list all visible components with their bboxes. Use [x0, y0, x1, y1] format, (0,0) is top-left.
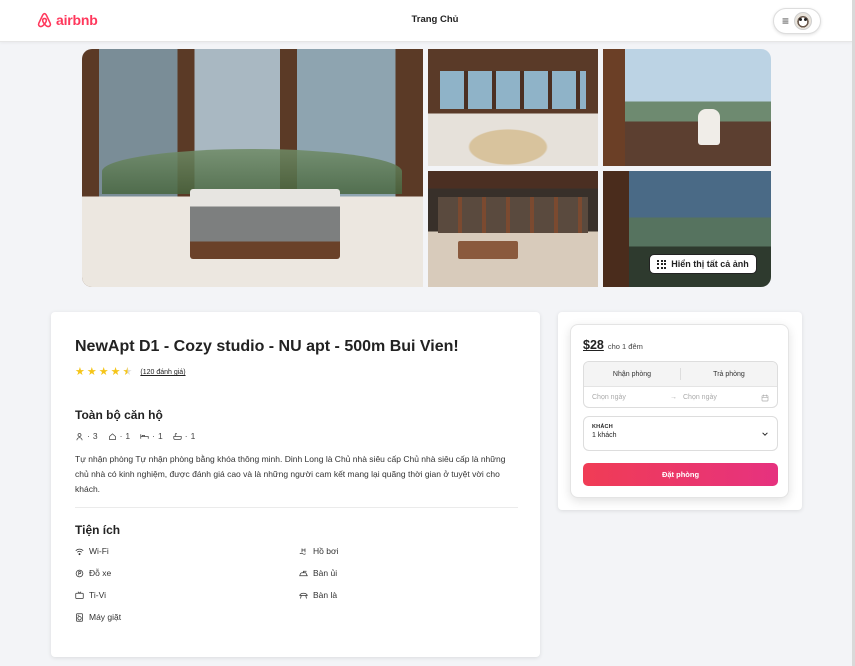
rating: ★ ★ ★ ★ ★ (120 đánh giá) [75, 367, 186, 378]
spec-beds: · 1 [140, 431, 163, 441]
iron-icon [299, 570, 308, 576]
spec-baths: · 1 [173, 431, 195, 441]
gallery-photo-bottom-left[interactable] [428, 171, 598, 287]
checkin-date-input[interactable]: Chọn ngày [592, 394, 664, 401]
guests-value: 1 khách [592, 432, 617, 439]
pool-icon [299, 548, 306, 555]
gallery-photo-main[interactable] [82, 49, 423, 287]
divider [75, 507, 518, 508]
avatar [794, 12, 813, 30]
show-all-photos-button[interactable]: Hiển thị tất cả ảnh [649, 254, 757, 274]
spec-bedrooms: · 1 [108, 431, 130, 441]
star-icon: ★ [98, 366, 109, 378]
checkout-tab[interactable]: Trả phòng [681, 362, 777, 386]
guests-label: KHÁCH [592, 424, 613, 430]
chevron-down-icon [762, 432, 768, 436]
top-navbar: airbnb Trang Chủ ≡ [0, 0, 852, 42]
amenities-heading: Tiện ích [75, 523, 121, 537]
reviews-link[interactable]: (120 đánh giá) [140, 369, 185, 376]
hamburger-menu-icon: ≡ [782, 14, 790, 28]
amenity-pool: Hồ bơi [299, 546, 338, 556]
listing-type-heading: Toàn bộ căn hộ [75, 408, 163, 422]
amenity-wifi: Wi-Fi [75, 546, 109, 556]
booking-card: $28 cho 1 đêm Nhận phòng Trả phòng Chọn … [570, 324, 789, 498]
price-unit: cho 1 đêm [607, 342, 643, 351]
tv-icon [75, 590, 84, 599]
half-star-icon: ★ [122, 366, 133, 378]
iron-board-icon [299, 592, 308, 599]
listing-specs: · 3 · 1 · 1 · 1 [75, 431, 195, 441]
amenity-tv: Ti-Vi [75, 590, 106, 600]
spec-guests: · 3 [75, 431, 98, 441]
bed-icon [140, 433, 149, 439]
washer-icon [76, 612, 83, 622]
star-icon: ★ [75, 366, 85, 378]
star-icon: ★ [110, 366, 121, 378]
date-picker[interactable]: Nhận phòng Trả phòng Chọn ngày → Chọn ng… [583, 361, 778, 408]
guests-icon [76, 432, 83, 440]
listing-description: Tự nhận phòng Tự nhận phòng bằng khóa th… [75, 454, 506, 494]
show-all-photos-label: Hiển thị tất cả ảnh [671, 259, 749, 269]
parking-icon [75, 569, 84, 577]
amenity-parking: Đỗ xe [75, 568, 111, 578]
price: $28 cho 1 đêm [583, 338, 643, 352]
star-icon: ★ [86, 366, 97, 378]
checkin-tab[interactable]: Nhận phòng [584, 362, 680, 386]
bedroom-icon [108, 432, 116, 440]
checkout-date-input[interactable]: Chọn ngày [683, 394, 755, 401]
user-menu-button[interactable]: ≡ [773, 8, 821, 34]
grid-icon [657, 259, 667, 269]
listing-info-card: NewApt D1 - Cozy studio - NU apt - 500m … [51, 312, 540, 657]
bath-icon [173, 432, 182, 440]
amenity-iron: Bàn ủi [299, 568, 337, 578]
photo-gallery [82, 49, 771, 287]
listing-title: NewApt D1 - Cozy studio - NU apt - 500m … [75, 338, 459, 355]
arrow-right-icon: → [670, 394, 677, 401]
amenity-washer: Máy giặt [75, 612, 121, 622]
wifi-icon [75, 548, 84, 555]
guests-select[interactable]: KHÁCH 1 khách [583, 416, 778, 451]
calendar-icon[interactable] [761, 394, 769, 402]
book-button[interactable]: Đặt phòng [583, 463, 778, 486]
amenity-iron-board: Bàn là [299, 590, 337, 600]
nav-home-link[interactable]: Trang Chủ [0, 14, 855, 25]
gallery-photo-top-left[interactable] [428, 49, 598, 166]
price-amount: $28 [583, 338, 604, 352]
gallery-photo-top-right[interactable] [603, 49, 771, 166]
